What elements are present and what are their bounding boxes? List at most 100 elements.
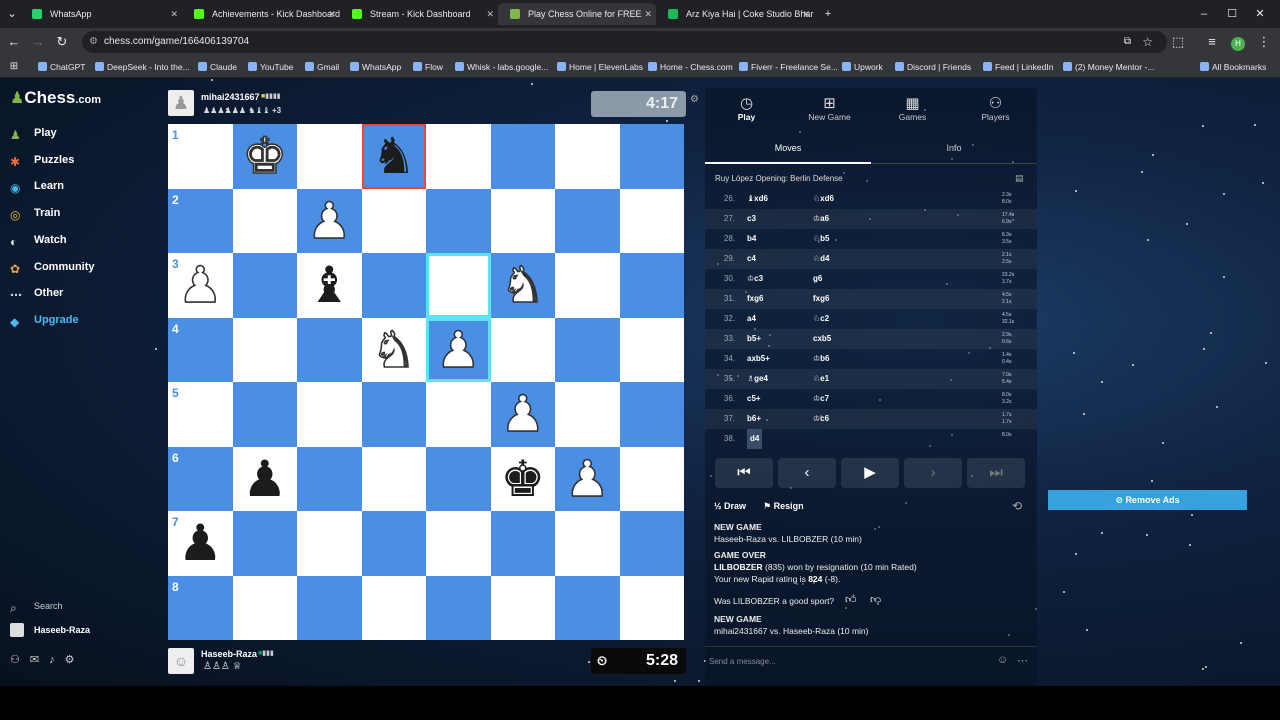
black-move[interactable]: ♔c6 xyxy=(813,409,829,429)
square-d5[interactable] xyxy=(426,382,491,447)
square-g5[interactable] xyxy=(232,382,297,447)
white-move[interactable]: d4 xyxy=(747,429,763,449)
tab-info[interactable]: Info xyxy=(871,134,1037,164)
white-move[interactable]: b6+ xyxy=(747,409,761,429)
square-d3[interactable] xyxy=(426,253,491,318)
square-g7[interactable] xyxy=(232,511,297,576)
square-b1[interactable] xyxy=(555,124,620,189)
black-move[interactable]: g6 xyxy=(813,269,822,289)
top-tab-games[interactable]: ▦ Games xyxy=(871,88,954,122)
maximize-icon[interactable]: ☐ xyxy=(1218,0,1246,28)
next-move-button[interactable]: ▶ xyxy=(841,458,899,488)
white-move[interactable]: fxg6 xyxy=(747,289,763,309)
messages-icon[interactable]: ✉ xyxy=(30,654,49,666)
browser-tab[interactable]: Arz Kiya Hai | Coke Studio Bhar ✕ xyxy=(656,3,814,25)
profile-avatar[interactable]: H xyxy=(1226,28,1250,56)
white-move[interactable]: c3 xyxy=(747,209,756,229)
top-tab-play[interactable]: ◷ Play xyxy=(705,88,788,122)
square-b5[interactable] xyxy=(555,382,620,447)
close-window-icon[interactable]: ✕ xyxy=(1246,0,1274,28)
square-e7[interactable] xyxy=(361,511,426,576)
close-tab-icon[interactable]: ✕ xyxy=(486,3,494,25)
black-move[interactable]: ♔b6 xyxy=(813,349,830,369)
bottom-player-name[interactable]: Haseeb-Raza xyxy=(201,649,257,659)
first-move-button[interactable]: ⏮ xyxy=(715,458,773,488)
notifications-icon[interactable]: ♪ xyxy=(49,654,65,666)
white-pawn-piece[interactable]: ♟ xyxy=(426,318,491,383)
square-f7[interactable] xyxy=(297,511,362,576)
square-a7[interactable] xyxy=(619,511,684,576)
new-tab-button[interactable]: + xyxy=(814,0,842,28)
more-options-icon[interactable]: ⋯ xyxy=(1017,654,1028,667)
white-pawn-piece[interactable]: ♟ xyxy=(297,189,362,254)
white-move[interactable]: b4 xyxy=(747,229,756,249)
top-player-name[interactable]: mihai2431667 xyxy=(201,92,260,102)
emoji-icon[interactable]: ☺ xyxy=(997,654,1008,666)
close-tab-icon[interactable]: ✕ xyxy=(644,3,652,25)
bookmark-item[interactable]: Feed | LinkedIn xyxy=(983,56,1053,78)
user-profile-nav[interactable]: Haseeb-Raza xyxy=(10,621,90,639)
bookmark-item[interactable]: Home | ElevenLabs xyxy=(557,56,643,78)
black-move[interactable]: ♘d4 xyxy=(813,249,830,269)
bookmark-item[interactable]: Home - Chess.com xyxy=(648,56,733,78)
browser-tab[interactable]: Play Chess Online for FREE ✕ xyxy=(498,3,656,25)
square-c7[interactable] xyxy=(490,511,555,576)
white-king-piece[interactable]: ♚ xyxy=(233,124,298,189)
friends-icon[interactable]: ⚇ xyxy=(10,654,30,666)
black-move[interactable]: fxg6 xyxy=(813,289,829,309)
square-c1[interactable] xyxy=(490,124,555,189)
white-knight-piece[interactable]: ♞ xyxy=(491,253,556,318)
bookmark-item[interactable]: YouTube xyxy=(248,56,293,78)
square-g3[interactable] xyxy=(232,253,297,318)
back-icon[interactable]: ← xyxy=(2,28,26,56)
square-b3[interactable] xyxy=(555,253,620,318)
sidebar-item-play[interactable]: ♟ Play xyxy=(10,124,57,142)
white-move[interactable]: c5+ xyxy=(747,389,761,409)
black-move[interactable]: cxb5 xyxy=(813,329,831,349)
remove-ads-button[interactable]: ⊘ Remove Ads xyxy=(1048,490,1247,510)
white-pawn-piece[interactable]: ♟ xyxy=(555,447,620,512)
bookmark-star-icon[interactable]: ☆ xyxy=(1142,31,1153,53)
square-d6[interactable] xyxy=(426,446,491,511)
square-d1[interactable] xyxy=(426,124,491,189)
black-move[interactable]: ♘e1 xyxy=(813,369,829,389)
browser-tab[interactable]: Stream - Kick Dashboard ✕ xyxy=(340,3,498,25)
black-move[interactable]: ♔a6 xyxy=(813,209,829,229)
close-tab-icon[interactable]: ✕ xyxy=(170,3,178,25)
opening-name[interactable]: Ruy López Opening: Berlin Defense xyxy=(715,174,843,183)
square-b7[interactable] xyxy=(555,511,620,576)
close-tab-icon[interactable]: ✕ xyxy=(802,3,810,25)
thumbs-up-icon[interactable]: 👍︎ xyxy=(845,593,857,606)
white-pawn-piece[interactable]: ♟ xyxy=(491,382,556,447)
square-f1[interactable] xyxy=(297,124,362,189)
black-move[interactable]: ♔c7 xyxy=(813,389,829,409)
bookmark-item[interactable]: (2) Money Mentor -... xyxy=(1063,56,1154,78)
bookmark-item[interactable]: Upwork xyxy=(842,56,883,78)
tab-moves[interactable]: Moves xyxy=(705,134,871,164)
reload-icon[interactable]: ↻ xyxy=(50,28,74,56)
black-pawn-piece[interactable]: ♟ xyxy=(233,447,298,512)
white-move[interactable]: axb5+ xyxy=(747,349,770,369)
square-e3[interactable] xyxy=(361,253,426,318)
search-nav[interactable]: ⌕ Search xyxy=(10,597,63,615)
square-a6[interactable] xyxy=(619,446,684,511)
apps-grid-icon[interactable]: ⊞ xyxy=(2,56,26,78)
sidebar-item-train[interactable]: ◎ Train xyxy=(10,204,60,222)
book-icon[interactable]: ▤ xyxy=(1015,173,1024,184)
white-move[interactable]: ♔c3 xyxy=(747,269,763,289)
square-a4[interactable] xyxy=(619,317,684,382)
thumbs-down-icon[interactable]: 👎︎ xyxy=(870,593,881,606)
square-a2[interactable] xyxy=(619,188,684,253)
black-move[interactable]: ♘xd6 xyxy=(813,189,834,209)
chess-board[interactable]: 1 2 3 4 5 6 7 8 h g f e d c b a ♚ ♞ ♟ ♟ ♝ ♞ ♞ ♟ ♟ ♟ ♚ ♟ ♟ xyxy=(168,124,684,640)
bottom-player-avatar[interactable]: ☺ xyxy=(168,648,194,674)
white-pawn-piece[interactable]: ♟ xyxy=(168,253,233,318)
square-f4[interactable] xyxy=(297,317,362,382)
bookmark-item[interactable]: ChatGPT xyxy=(38,56,85,78)
square-d2[interactable] xyxy=(426,188,491,253)
menu-icon[interactable]: ⋮ xyxy=(1252,28,1276,56)
bookmark-item[interactable]: Whisk - labs.google... xyxy=(455,56,548,78)
last-move-button[interactable]: ⏭ xyxy=(967,458,1025,488)
forward-move-button[interactable]: › xyxy=(904,458,962,488)
black-king-piece[interactable]: ♚ xyxy=(491,447,556,512)
